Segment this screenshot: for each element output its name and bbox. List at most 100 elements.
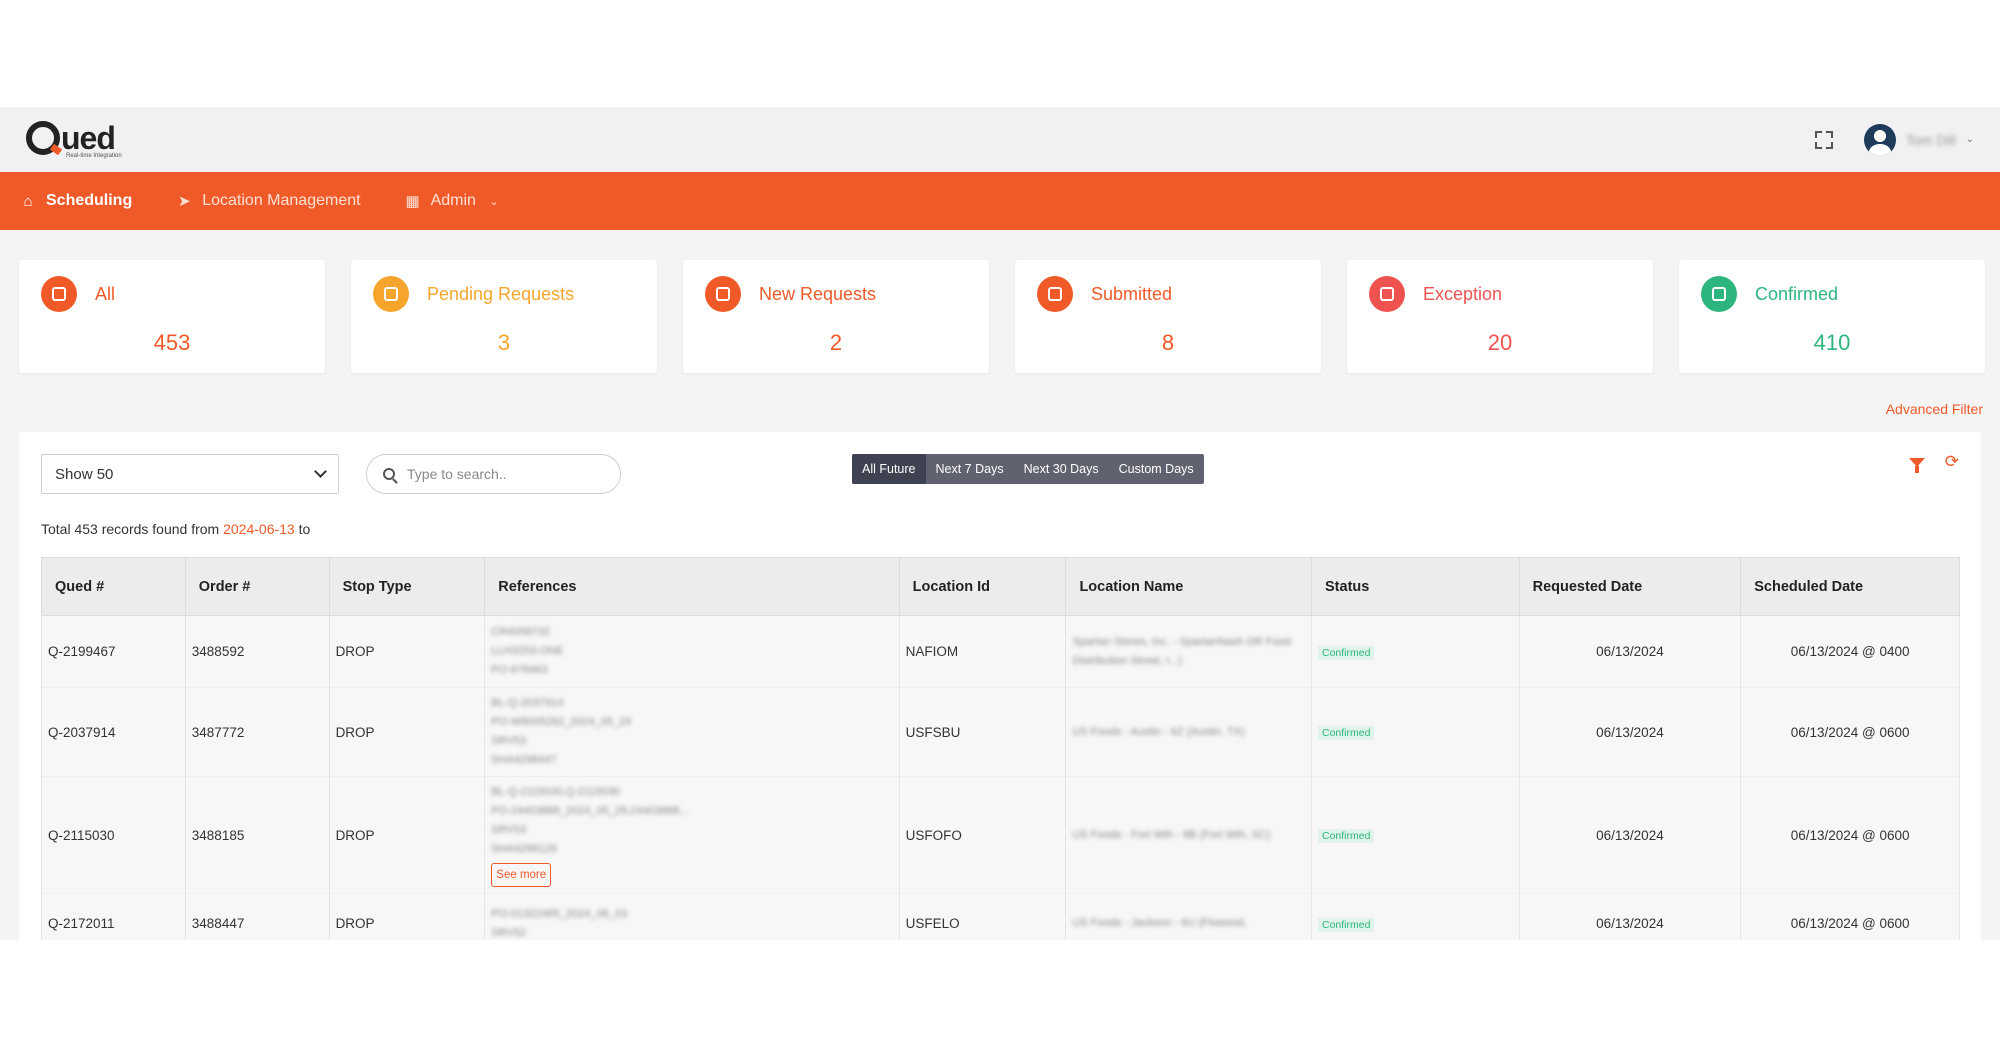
- cell-requested-date: 06/13/2024: [1518, 687, 1742, 777]
- cell-qued[interactable]: Q-2037914: [41, 687, 186, 777]
- search-icon: [383, 468, 395, 480]
- cell-location-id: USFSBU: [898, 687, 1067, 777]
- reference-line: PO-678463: [491, 664, 548, 676]
- filter-icon[interactable]: [1908, 458, 1925, 473]
- range-next-30-days[interactable]: Next 30 Days: [1014, 454, 1109, 484]
- reference-line: SRV52: [491, 926, 526, 939]
- fullscreen-icon[interactable]: [1814, 130, 1834, 150]
- status-card-confirmed[interactable]: Confirmed 410: [1679, 260, 1985, 373]
- cell-stop-type: DROP: [328, 893, 486, 940]
- table-row[interactable]: Q-2037914 3487772 DROP BL-Q-2037914 PO-W8005…: [41, 687, 1960, 777]
- reference-line: PO-W8005282_2024_05_24: [491, 716, 632, 728]
- nav-admin[interactable]: ▦ Admin ⌄: [405, 192, 502, 210]
- card-count: 453: [153, 330, 191, 355]
- column-header-qued[interactable]: Qued #: [41, 557, 186, 616]
- cell-requested-date: 06/13/2024: [1518, 893, 1742, 940]
- nav-location-management-label: Location Management: [202, 192, 361, 209]
- column-header-status[interactable]: Status: [1311, 557, 1520, 616]
- nav-scheduling[interactable]: ⌂ Scheduling: [20, 192, 132, 210]
- reference-line: BL-Q-2115030,Q-2115030: [491, 786, 620, 798]
- location-name-text: US Foods - Fort Wth - 8B (Fort Wth, SC): [1072, 828, 1271, 841]
- nav-scheduling-label: Scheduling: [46, 192, 133, 209]
- table-row[interactable]: Q-2199467 3488592 DROP CR4058732 LLH3253-ONE…: [41, 615, 1960, 688]
- status-card-submitted[interactable]: Submitted 8: [1015, 260, 1321, 373]
- reference-line: CR4058732: [491, 626, 551, 638]
- status-cards: All 453 Pending Requests 3 New Requests 2 Subm…: [19, 260, 1985, 373]
- reference-line: SRV53: [491, 824, 526, 836]
- calendar-check-icon: [1701, 276, 1737, 312]
- card-title: Submitted: [1091, 283, 1173, 304]
- status-card-all[interactable]: All 453: [19, 260, 325, 373]
- cell-order: 3487772: [184, 687, 330, 777]
- card-count: 20: [1487, 330, 1513, 355]
- status-badge: Confirmed: [1318, 645, 1375, 660]
- location-name-text: US Foods - Jackson - 6U (Flowood,: [1072, 917, 1247, 930]
- cell-qued[interactable]: Q-2172011: [41, 893, 186, 940]
- status-card-exception[interactable]: Exception 20: [1347, 260, 1653, 373]
- cell-location-name: Spartan Stores, Inc. - SpartanNash DR Fo…: [1065, 615, 1312, 688]
- status-card-pending-requests[interactable]: Pending Requests 3: [351, 260, 657, 373]
- advanced-filter-link[interactable]: Advanced Filter: [1886, 401, 1983, 417]
- search-input[interactable]: [407, 466, 607, 482]
- column-header-scheduled-date[interactable]: Scheduled Date: [1740, 557, 1960, 616]
- refresh-icon[interactable]: ⟳: [1945, 453, 1959, 470]
- table-row[interactable]: Q-2115030 3488185 DROP BL-Q-2115030,Q-21150…: [41, 776, 1960, 894]
- nav-admin-label: Admin: [430, 192, 476, 209]
- see-more-button[interactable]: See more: [491, 863, 552, 887]
- cell-location-name: US Foods - Fort Wth - 8B (Fort Wth, SC): [1065, 776, 1312, 894]
- table-row[interactable]: Q-2172011 3488447 DROP PO-01322465_2024_06_…: [41, 893, 1960, 940]
- logo-tagline: Real-time Integration: [66, 152, 122, 159]
- schedule-table: Qued # Order # Stop Type References Loca…: [41, 557, 1960, 940]
- records-panel: Show 50 All Future Next 7 Days Next 30 D…: [19, 432, 1981, 940]
- hourglass-icon: [1037, 276, 1073, 312]
- table-tools: ⟳: [1908, 453, 1959, 473]
- cell-references: PO-01322465_2024_06_03 SRV52: [484, 893, 900, 940]
- cell-status: Confirmed: [1311, 776, 1520, 894]
- send-icon: ➤: [177, 193, 191, 210]
- card-title: All: [95, 283, 116, 304]
- column-header-location-name[interactable]: Location Name: [1065, 557, 1312, 616]
- cell-status: Confirmed: [1311, 615, 1520, 688]
- cell-scheduled-date: 06/13/2024 @ 0600: [1740, 776, 1960, 894]
- user-menu[interactable]: Tom Dill ⌄: [1863, 123, 1974, 156]
- chevron-down-icon: ⌄: [1965, 134, 1974, 145]
- copy-icon: [41, 276, 77, 312]
- card-title: New Requests: [759, 283, 877, 304]
- card-title: Pending Requests: [427, 283, 575, 304]
- cell-order: 3488447: [184, 893, 330, 940]
- cell-references: BL-Q-2037914 PO-W8005282_2024_05_24 SRV53 S…: [484, 687, 900, 777]
- column-header-stop-type[interactable]: Stop Type: [328, 557, 486, 616]
- cell-order: 3488592: [184, 615, 330, 688]
- column-header-requested-date[interactable]: Requested Date: [1518, 557, 1742, 616]
- records-from-date: 2024-06-13: [223, 521, 295, 537]
- range-all-future[interactable]: All Future: [852, 454, 926, 484]
- location-name-text: US Foods - Austin - 6Z (Austin, TX): [1072, 725, 1245, 738]
- chevron-down-icon: ⌄: [489, 195, 499, 208]
- reference-line: SHA4298129: [491, 843, 557, 855]
- cell-location-id: USFOFO: [898, 776, 1067, 894]
- reference-line: LLH3253-ONE: [491, 645, 564, 657]
- nav-location-management[interactable]: ➤ Location Management: [176, 192, 361, 210]
- cell-location-id: USFELO: [898, 893, 1067, 940]
- status-card-new-requests[interactable]: New Requests 2: [683, 260, 989, 373]
- logo-text: ued: [61, 119, 116, 156]
- calendar-x-icon: [1369, 276, 1405, 312]
- range-next-7-days[interactable]: Next 7 Days: [926, 454, 1014, 484]
- records-summary: Total 453 records found from 2024-06-13 …: [41, 521, 310, 537]
- cell-scheduled-date: 06/13/2024 @ 0600: [1740, 687, 1960, 777]
- column-header-references[interactable]: References: [484, 557, 900, 616]
- column-header-order[interactable]: Order #: [184, 557, 330, 616]
- calendar-check-icon: [373, 276, 409, 312]
- logo[interactable]: ued Real-time Integration: [26, 119, 122, 159]
- reference-line: PO-01322465_2024_06_03: [491, 907, 628, 920]
- range-custom-days[interactable]: Custom Days: [1109, 454, 1204, 484]
- cell-references: CR4058732 LLH3253-ONE PO-678463: [484, 615, 900, 688]
- page-size-select[interactable]: Show 50: [41, 454, 339, 494]
- top-bar: ued Real-time Integration Tom Dill ⌄: [0, 107, 2000, 172]
- status-badge: Confirmed: [1318, 829, 1375, 843]
- table-header-row: Qued # Order # Stop Type References Loca…: [41, 557, 1960, 616]
- cell-qued[interactable]: Q-2199467: [41, 615, 186, 688]
- cell-qued[interactable]: Q-2115030: [41, 776, 186, 894]
- card-count: 3: [497, 330, 511, 355]
- column-header-location-id[interactable]: Location Id: [898, 557, 1067, 616]
